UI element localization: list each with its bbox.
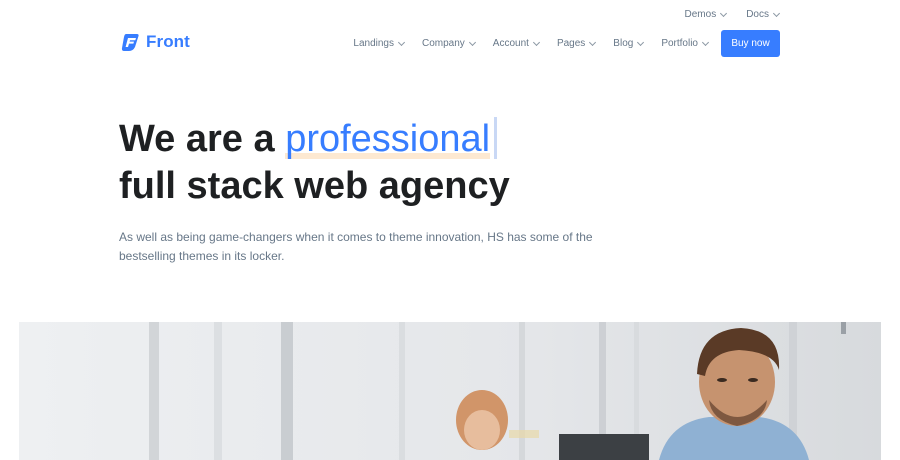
- nav-item-label: Portfolio: [661, 38, 698, 49]
- nav-item-label: Company: [421, 38, 465, 49]
- headline-line-2: full stack web agency: [119, 165, 510, 207]
- nav-item-pages[interactable]: Pages: [556, 38, 597, 49]
- chevron-down-icon: [468, 38, 476, 46]
- nav-item-label: Landings: [353, 38, 394, 49]
- brand-name: Front: [146, 32, 190, 51]
- hero-subtitle: As well as being game-changers when it c…: [119, 230, 593, 263]
- nav-item-label: Account: [492, 38, 529, 49]
- typing-cursor: [494, 116, 498, 159]
- front-logo-icon: [121, 34, 139, 51]
- nav-item-label: Pages: [556, 38, 586, 49]
- headline-prefix: We are a: [119, 118, 275, 160]
- nav-item-company[interactable]: Company: [421, 38, 476, 49]
- top-utility-bar: Demos Docs: [684, 9, 781, 20]
- topbar-demos-label: Demos: [684, 9, 717, 20]
- buy-now-button[interactable]: Buy now: [721, 30, 780, 57]
- topbar-docs-link[interactable]: Docs: [746, 9, 781, 20]
- nav-item-landings[interactable]: Landings: [353, 38, 406, 49]
- nav-item-account[interactable]: Account: [492, 38, 540, 49]
- hero-photo: [19, 322, 881, 460]
- chevron-down-icon: [532, 38, 540, 46]
- brand-logo[interactable]: Front: [120, 32, 190, 52]
- chevron-down-icon: [720, 9, 728, 17]
- nav-item-label: Blog: [613, 38, 634, 49]
- main-navigation: Landings Company Account Pages Blog Port…: [353, 30, 780, 57]
- hero-headline: We are a professional full stack web age…: [119, 116, 510, 210]
- chevron-down-icon: [637, 38, 645, 46]
- nav-item-blog[interactable]: Blog: [613, 38, 645, 49]
- chevron-down-icon: [772, 9, 781, 17]
- nav-item-portfolio[interactable]: Portfolio: [661, 38, 710, 49]
- chevron-down-icon: [397, 38, 406, 46]
- chevron-down-icon: [589, 38, 597, 46]
- topbar-demos-link[interactable]: Demos: [684, 9, 728, 20]
- office-photo-illustration: [19, 322, 881, 460]
- topbar-docs-label: Docs: [746, 9, 769, 20]
- headline-highlight-word: professional: [285, 116, 490, 163]
- chevron-down-icon: [701, 38, 710, 46]
